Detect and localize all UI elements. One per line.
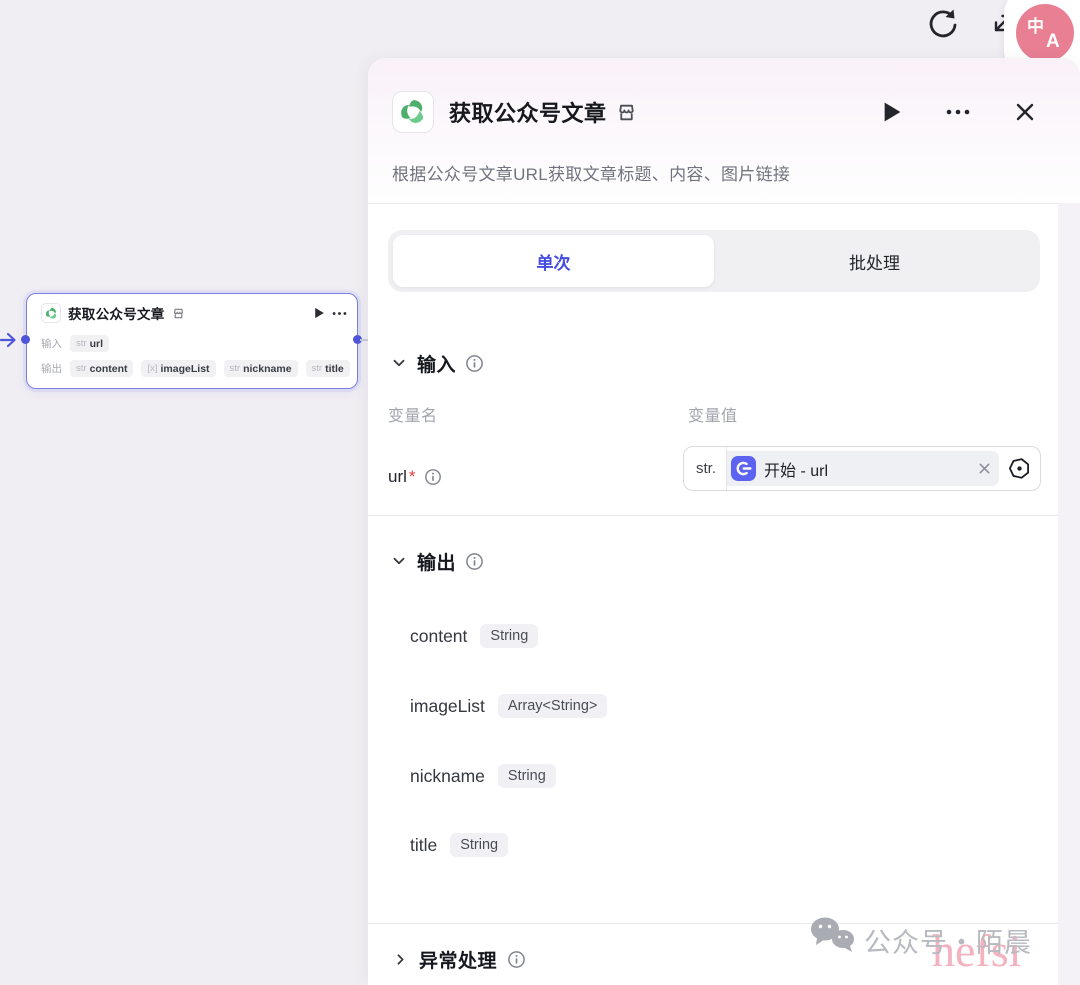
node-more-icon[interactable] <box>332 311 347 316</box>
divider <box>368 203 1058 204</box>
wechat-icon <box>808 914 860 960</box>
exception-section-header[interactable]: 异常处理 <box>392 942 526 976</box>
column-variable-name: 变量名 <box>388 402 438 426</box>
translate-icon[interactable]: 中 A <box>1016 4 1074 62</box>
output-param-row: nickname String <box>410 760 556 792</box>
output-param-row: content String <box>410 620 538 652</box>
node-run-icon[interactable] <box>314 307 325 319</box>
panel-description: 根据公众号文章URL获取文章标题、内容、图片链接 <box>392 160 790 185</box>
node-output-chip: strcontent <box>70 360 133 377</box>
tab-single[interactable]: 单次 <box>393 235 714 287</box>
store-icon <box>172 307 185 320</box>
run-button[interactable] <box>883 101 902 123</box>
refresh-icon[interactable] <box>924 4 962 42</box>
close-button[interactable] <box>1014 101 1036 123</box>
info-icon <box>424 468 442 486</box>
value-type-label[interactable]: str. <box>684 460 726 477</box>
info-icon <box>465 552 484 571</box>
required-asterisk: * <box>409 467 416 487</box>
watermark-account-text: 公众号・陌晨 <box>864 921 1032 960</box>
output-param-name: content <box>410 626 467 647</box>
node-output-chip: strtitle <box>306 360 350 377</box>
output-param-row: title String <box>410 829 508 861</box>
translate-zh-glyph: 中 <box>1027 12 1044 37</box>
output-param-name: title <box>410 835 437 856</box>
more-button[interactable] <box>946 109 970 115</box>
remove-reference-icon[interactable] <box>978 462 991 475</box>
workflow-node-card[interactable]: 获取公众号文章 输入 strurl 输出 strcontent [x]image… <box>26 293 358 389</box>
tab-batch[interactable]: 批处理 <box>714 235 1035 287</box>
reference-label: 开始 - url <box>764 457 970 481</box>
node-input-chip: strurl <box>70 335 109 352</box>
chevron-down-icon <box>390 552 408 570</box>
output-param-row: imageList Array<String> <box>410 690 607 722</box>
exception-section-title: 异常处理 <box>419 946 497 973</box>
panel-title: 获取公众号文章 <box>449 96 607 128</box>
store-icon <box>616 102 637 123</box>
variable-reference-chip[interactable]: 开始 - url <box>727 451 999 486</box>
node-output-label: 输出 <box>41 361 62 376</box>
output-param-type: String <box>450 833 508 857</box>
chevron-down-icon <box>390 354 408 372</box>
translate-en-glyph: A <box>1046 31 1060 53</box>
output-param-type: String <box>498 764 556 788</box>
node-config-panel: 获取公众号文章 根据公众号文章URL获取文章标题、内容、图片链接 单次 批处理 <box>368 58 1080 985</box>
node-output-chip: strnickname <box>224 360 298 377</box>
start-node-icon <box>731 456 756 481</box>
column-variable-value: 变量值 <box>688 402 738 426</box>
divider <box>368 515 1058 516</box>
output-param-type: String <box>480 624 538 648</box>
input-param-name: url* <box>388 454 442 499</box>
expression-heptagon-icon[interactable] <box>1007 456 1032 481</box>
input-value-field[interactable]: str. 开始 - url <box>683 446 1041 491</box>
output-param-name: nickname <box>410 766 485 787</box>
node-output-chip: [x]imageList <box>141 360 215 377</box>
node-input-label: 输入 <box>41 336 62 351</box>
plugin-logo <box>41 303 61 323</box>
info-icon <box>465 354 484 373</box>
output-section-title: 输出 <box>417 548 456 575</box>
chevron-right-icon <box>392 951 409 968</box>
input-section-title: 输入 <box>417 350 456 377</box>
node-title: 获取公众号文章 <box>68 303 165 323</box>
output-section-header[interactable]: 输出 <box>390 546 484 576</box>
edge-stub <box>360 339 368 341</box>
output-param-name: imageList <box>410 696 485 717</box>
output-param-type: Array<String> <box>498 694 607 718</box>
input-section-header[interactable]: 输入 <box>390 348 484 378</box>
run-mode-tabs: 单次 批处理 <box>388 230 1040 292</box>
node-input-port[interactable] <box>21 335 30 344</box>
plugin-logo <box>392 91 434 133</box>
info-icon <box>507 950 526 969</box>
